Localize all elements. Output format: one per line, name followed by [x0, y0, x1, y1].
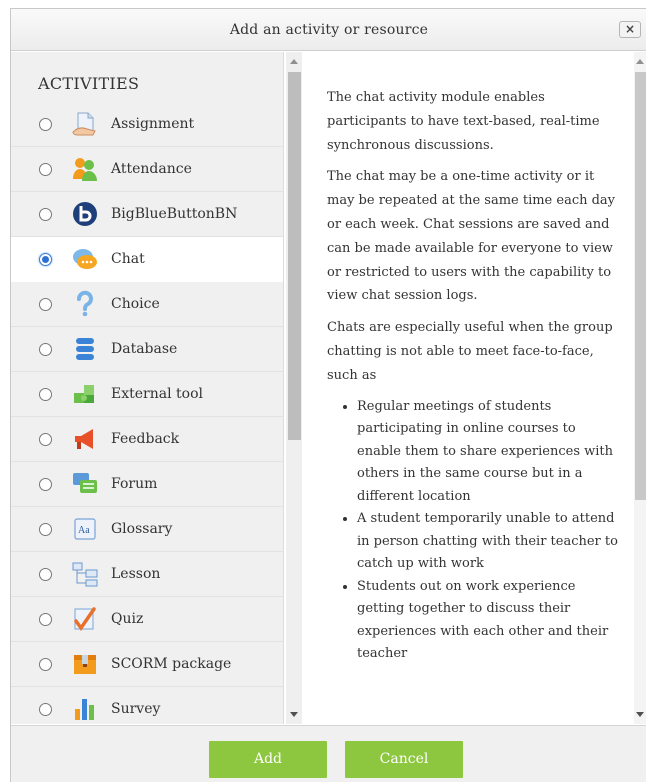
activity-option-assignment[interactable]: Assignment	[11, 102, 283, 147]
scorm-icon	[71, 650, 99, 678]
dialog-footer: Add Cancel	[11, 725, 646, 782]
activity-option-bigbluebuttonbn[interactable]: BigBlueButtonBN	[11, 192, 283, 237]
assignment-icon	[71, 110, 99, 138]
activity-label: Lesson	[111, 566, 161, 582]
activity-label: Survey	[111, 701, 161, 717]
activity-option-database[interactable]: Database	[11, 327, 283, 372]
activity-option-forum[interactable]: Forum	[11, 462, 283, 507]
activity-option-survey[interactable]: Survey	[11, 687, 283, 724]
activity-option-feedback[interactable]: Feedback	[11, 417, 283, 462]
cancel-button[interactable]: Cancel	[345, 741, 463, 778]
activity-radio[interactable]	[39, 388, 52, 401]
activity-radio[interactable]	[39, 568, 52, 581]
description-paragraph: The chat may be a one-time activity or i…	[327, 169, 616, 304]
attendance-icon	[71, 155, 99, 183]
dialog-titlebar: Add an activity or resource ×	[11, 9, 646, 51]
external-tool-icon	[71, 380, 99, 408]
activities-list-pane: ACTIVITIES Assignment Attendance BigBlueBu…	[11, 52, 284, 724]
description-bullet: Regular meetings of students participati…	[357, 396, 619, 509]
activity-option-attendance[interactable]: Attendance	[11, 147, 283, 192]
forum-icon	[71, 470, 99, 498]
activity-radio[interactable]	[39, 523, 52, 536]
glossary-icon: Aa	[71, 515, 99, 543]
activities-heading: ACTIVITIES	[38, 74, 140, 93]
activity-label: Choice	[111, 296, 160, 312]
description-bullet: A student temporarily unable to attend i…	[357, 508, 619, 576]
svg-text:Aa: Aa	[78, 525, 90, 536]
activity-option-glossary[interactable]: Aa Glossary	[11, 507, 283, 552]
activity-radio[interactable]	[39, 253, 52, 266]
activity-radio[interactable]	[39, 118, 52, 131]
scroll-down-arrow-icon[interactable]	[636, 712, 644, 717]
description-paragraph: Chats are especially useful when the gro…	[327, 320, 613, 383]
activity-options: Assignment Attendance BigBlueButtonBN Chat C…	[11, 102, 283, 724]
activity-radio[interactable]	[39, 703, 52, 716]
scrollbar-thumb[interactable]	[635, 72, 646, 500]
activity-label: External tool	[111, 386, 203, 402]
activity-radio[interactable]	[39, 478, 52, 491]
activity-description: The chat activity module enables partici…	[327, 86, 619, 666]
activity-label: Feedback	[111, 431, 180, 447]
activity-label: Assignment	[111, 116, 195, 132]
activity-option-quiz[interactable]: Quiz	[11, 597, 283, 642]
chat-icon	[71, 245, 99, 273]
activity-radio[interactable]	[39, 298, 52, 311]
quiz-icon	[71, 605, 99, 633]
choice-icon	[71, 290, 99, 318]
activity-radio[interactable]	[39, 208, 52, 221]
activity-option-scorm-package[interactable]: SCORM package	[11, 642, 283, 687]
scroll-down-arrow-icon[interactable]	[290, 712, 298, 717]
close-button[interactable]: ×	[619, 21, 641, 38]
activity-label: Attendance	[111, 161, 192, 177]
activity-radio[interactable]	[39, 433, 52, 446]
description-paragraph: The chat activity module enables partici…	[327, 90, 600, 153]
activity-label: Database	[111, 341, 178, 357]
activity-option-chat[interactable]: Chat	[11, 237, 283, 282]
description-bullet: Students out on work experience getting …	[357, 576, 619, 666]
activity-option-lesson[interactable]: Lesson	[11, 552, 283, 597]
activity-label: SCORM package	[111, 656, 232, 672]
add-button[interactable]: Add	[209, 741, 327, 778]
database-icon	[71, 335, 99, 363]
description-bullets: Regular meetings of students participati…	[357, 396, 619, 666]
activity-label: Forum	[111, 476, 158, 492]
activity-option-external-tool[interactable]: External tool	[11, 372, 283, 417]
description-scrollbar[interactable]	[634, 52, 646, 724]
activity-chooser-dialog: Add an activity or resource × ACTIVITIES…	[10, 8, 646, 782]
scrollbar-thumb[interactable]	[288, 72, 301, 440]
scroll-up-arrow-icon[interactable]	[290, 59, 298, 64]
activity-label: Quiz	[111, 611, 144, 627]
activities-scrollbar[interactable]	[286, 52, 302, 724]
activity-radio[interactable]	[39, 613, 52, 626]
activity-radio[interactable]	[39, 658, 52, 671]
scroll-up-arrow-icon[interactable]	[636, 59, 644, 64]
activity-radio[interactable]	[39, 163, 52, 176]
lesson-icon	[71, 560, 99, 588]
description-pane: The chat activity module enables partici…	[305, 52, 631, 724]
feedback-icon	[71, 425, 99, 453]
activity-label: BigBlueButtonBN	[111, 206, 238, 222]
survey-icon	[71, 695, 99, 723]
dialog-title: Add an activity or resource	[229, 22, 429, 38]
activity-label: Chat	[111, 251, 145, 267]
activity-option-choice[interactable]: Choice	[11, 282, 283, 327]
activity-label: Glossary	[111, 521, 173, 537]
bigbluebutton-icon	[71, 200, 99, 228]
activity-radio[interactable]	[39, 343, 52, 356]
